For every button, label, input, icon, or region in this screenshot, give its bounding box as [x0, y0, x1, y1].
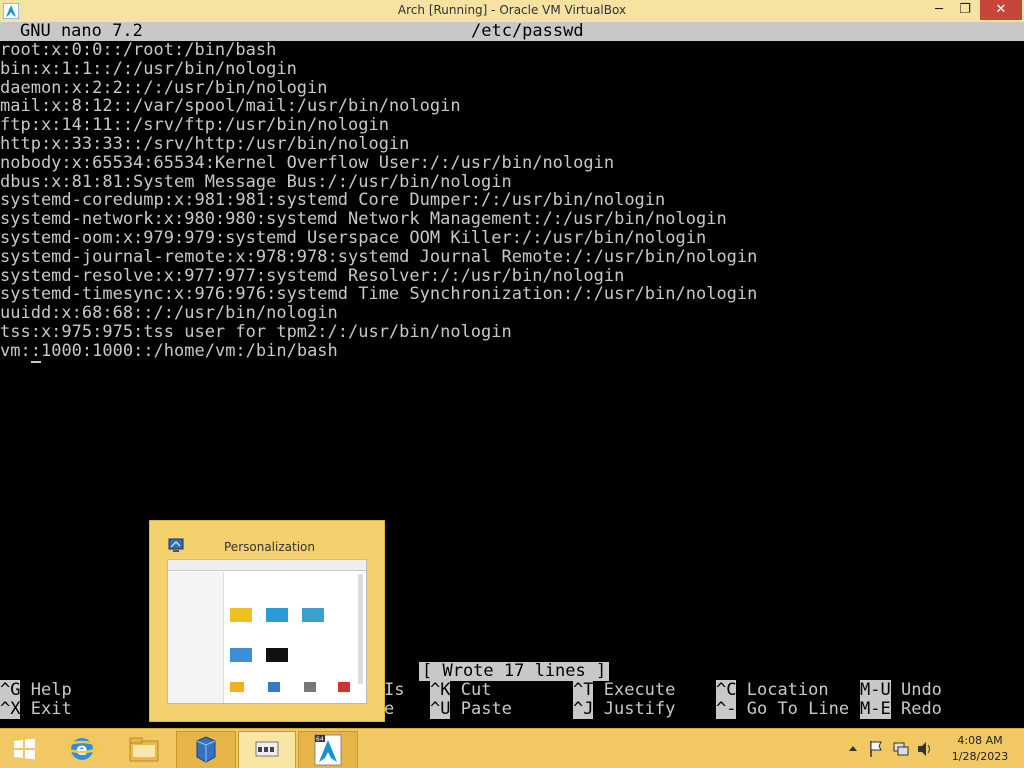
arch-badge: 64	[316, 736, 324, 743]
nano-filename: /etc/passwd	[471, 21, 584, 41]
buffer-line: dbus:x:81:81:System Message Bus:/:/usr/b…	[0, 171, 512, 192]
shortcut-label: Location	[746, 680, 829, 700]
network-icon[interactable]	[892, 737, 910, 761]
shortcut-label: Help	[30, 680, 72, 700]
shortcut-fragment: Is	[384, 681, 404, 700]
buffer-line: systemd-journal-remote:x:978:978:systemd…	[0, 246, 758, 267]
virtualbox-icon	[196, 736, 216, 763]
shortcut-label: Cut	[460, 680, 492, 700]
shortcut-key: ^T	[573, 680, 594, 700]
shortcut-key: M-U	[860, 680, 891, 700]
option-icon	[268, 682, 280, 692]
show-hidden-icons-icon[interactable]	[846, 737, 860, 761]
shortcut-label: e	[384, 699, 395, 719]
shortcut-key: ^K	[430, 680, 451, 700]
preview-sidebar	[168, 572, 224, 703]
preview-scrollbar	[358, 574, 363, 684]
theme-tile	[230, 648, 252, 662]
buffer-line: systemd-resolve:x:977:977:systemd Resolv…	[0, 265, 625, 286]
personalization-taskbar-button[interactable]	[238, 731, 296, 768]
shortcut-key: ^U	[430, 699, 451, 719]
shortcut-key: ^X	[0, 699, 21, 719]
theme-tile	[302, 608, 324, 622]
buffer-line: systemd-coredump:x:981:981:systemd Core …	[0, 190, 666, 211]
theme-tile	[230, 608, 252, 622]
personalization-icon	[168, 538, 184, 552]
buffer-line-current: vm::1000:1000::/home/vm:/bin/bash	[0, 340, 757, 363]
buffer-line: tss:x:975:975:tss user for tpm2:/:/usr/b…	[0, 321, 512, 342]
shortcut-label: Go To Line	[746, 699, 850, 719]
shortcut-label: Justify	[603, 699, 676, 719]
personalization-preview[interactable]: Personalization	[149, 520, 385, 722]
buffer-line: http:x:33:33::/srv/http:/usr/bin/nologin	[0, 133, 410, 154]
theme-tile	[266, 648, 288, 662]
shortcut-key: ^J	[573, 699, 594, 719]
shortcut-label: Exit	[30, 699, 72, 719]
buffer-line: nobody:x:65534:65534:Kernel Overflow Use…	[0, 152, 615, 173]
clock-date: 1/28/2023	[951, 750, 1009, 763]
shortcut-location[interactable]: ^C Location	[716, 680, 829, 700]
line-prefix: vm:	[0, 340, 31, 361]
clock-time: 4:08 AM	[957, 734, 1003, 747]
shortcut-label: Redo	[900, 699, 942, 719]
buffer-line: daemon:x:2:2::/:/usr/bin/nologin	[0, 77, 328, 98]
system-clock[interactable]: 4:08 AM 1/28/2023	[940, 733, 1020, 765]
shortcut-label: Is	[384, 680, 405, 700]
shortcut-justify[interactable]: ^J Justify	[573, 699, 676, 719]
buffer-line: uuidd:x:68:68::/:/usr/bin/nologin	[0, 303, 338, 324]
buffer-line: ftp:x:14:11::/srv/ftp:/usr/bin/nologin	[0, 115, 389, 136]
nano-header: GNU nano 7.2 /etc/passwd	[0, 22, 1024, 41]
text-cursor: :	[30, 340, 41, 363]
shortcut-key: ^G	[0, 680, 21, 700]
buffer-line: mail:x:8:12::/var/spool/mail:/usr/bin/no…	[0, 96, 461, 117]
shortcut-cut[interactable]: ^K Cut	[430, 680, 492, 700]
option-icon	[338, 682, 350, 692]
shortcut-fragment: e	[384, 700, 394, 719]
shortcut-redo[interactable]: M-E Redo	[860, 699, 942, 719]
option-icon	[304, 682, 316, 692]
line-suffix: 1000:1000::/home/vm:/bin/bash	[40, 340, 338, 361]
shortcut-label: Execute	[603, 680, 676, 700]
shortcut-label: Paste	[460, 699, 512, 719]
shortcut-execute[interactable]: ^T Execute	[573, 680, 676, 700]
preview-screenshot	[167, 559, 367, 704]
file-explorer-icon[interactable]	[122, 731, 166, 767]
internet-explorer-icon[interactable]: e	[62, 731, 102, 767]
buffer-line: systemd-timesync:x:976:976:systemd Time …	[0, 284, 758, 305]
window-title: Arch [Running] - Oracle VM VirtualBox	[397, 3, 627, 17]
shortcut-help[interactable]: ^G Help	[0, 680, 72, 700]
arch-linux-icon: 64	[314, 734, 342, 766]
preview-title: Personalization	[224, 540, 315, 554]
shortcut-paste[interactable]: ^U Paste	[430, 699, 512, 719]
shortcut-undo[interactable]: M-U Undo	[860, 680, 942, 700]
shortcut-key: ^C	[716, 680, 737, 700]
preview-address-bar	[168, 560, 366, 571]
shortcut-exit[interactable]: ^X Exit	[0, 699, 72, 719]
shortcut-go-to-line[interactable]: ^- Go To Line	[716, 699, 850, 719]
volume-icon[interactable]	[916, 737, 934, 761]
personalization-icon	[255, 741, 279, 757]
start-icon[interactable]	[6, 731, 42, 767]
arch-vm-taskbar-button[interactable]: 64	[298, 731, 358, 768]
theme-tile	[266, 608, 288, 622]
editor-buffer[interactable]: root:x:0:0::/root:/bin/bash bin:x:1:1::/…	[0, 40, 758, 363]
buffer-line: root:x:0:0::/root:/bin/bash	[0, 40, 277, 60]
maximize-button[interactable]: ❐	[950, 0, 980, 20]
shortcut-key: ^-	[716, 699, 737, 719]
buffer-line: systemd-oom:x:979:979:systemd Userspace …	[0, 227, 707, 248]
window-titlebar: Arch [Running] - Oracle VM VirtualBox ─ …	[0, 0, 1024, 23]
buffer-line: systemd-network:x:980:980:systemd Networ…	[0, 209, 727, 230]
buffer-line: bin:x:1:1::/:/usr/bin/nologin	[0, 58, 297, 79]
close-button[interactable]: ✕	[980, 0, 1022, 20]
option-icon	[230, 682, 244, 692]
virtualbox-taskbar-button[interactable]	[176, 731, 236, 768]
nano-version: GNU nano 7.2	[20, 21, 143, 41]
taskbar: e 64 4:08 AM 1/28/2023	[0, 728, 1024, 768]
status-message: [ Wrote 17 lines ]	[419, 662, 610, 681]
flag-icon[interactable]	[868, 737, 884, 761]
shortcut-key: M-E	[860, 699, 891, 719]
shortcut-label: Undo	[900, 680, 942, 700]
